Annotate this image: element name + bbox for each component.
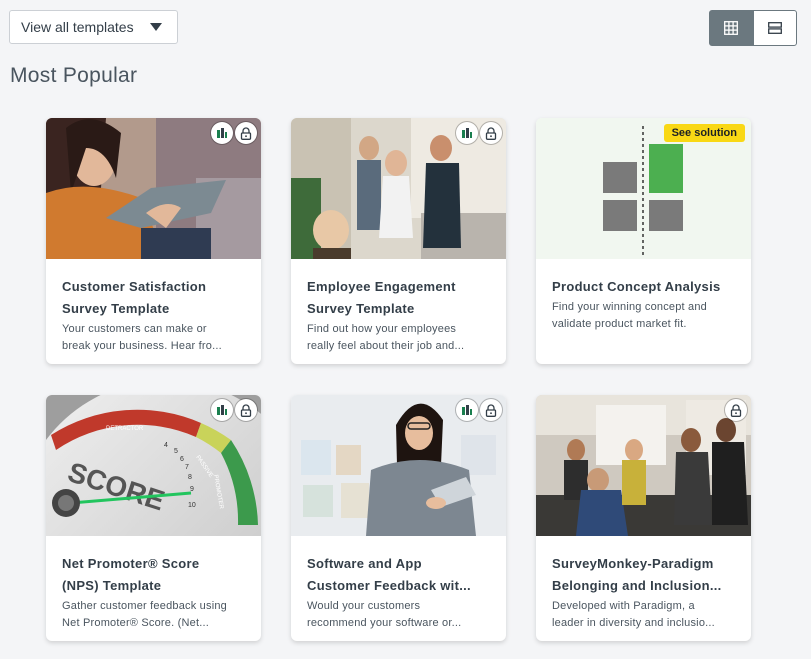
lock-icon [235, 122, 257, 144]
template-card-product-concept[interactable]: See solution Product Concept Analysis Fi… [536, 118, 751, 364]
card-thumbnail: See solution [536, 118, 751, 259]
card-title: Employee Engagement Survey Template [307, 279, 456, 316]
card-body: Customer Satisfaction Survey Template You… [46, 259, 261, 355]
chart-icon [456, 122, 478, 144]
card-title: Net Promoter® Score (NPS) Template [62, 556, 200, 593]
card-description: Find your winning concept and validate pr… [552, 301, 708, 330]
lock-icon [480, 399, 502, 421]
grid-view-button[interactable] [709, 10, 753, 46]
card-body: Product Concept Analysis Find your winni… [536, 259, 751, 333]
list-view-icon [768, 22, 782, 34]
team-meeting-photo [536, 395, 751, 536]
scale-tick: 5 [174, 448, 178, 455]
section-title: Most Popular [10, 64, 138, 87]
scale-tick: 4 [164, 442, 168, 449]
chart-icon [211, 399, 233, 421]
card-description: Find out how your employees really feel a… [307, 323, 465, 352]
card-thumbnail [536, 395, 751, 536]
card-description: Would your customers recommend your softw… [307, 600, 462, 629]
list-view-button[interactable] [753, 10, 797, 46]
lock-icon [235, 399, 257, 421]
template-card-nps[interactable]: DETRACTOR PASSIVE PROMOTER SCORE 4 5 6 7… [46, 395, 261, 641]
scale-tick: 10 [188, 502, 196, 509]
scale-tick: 8 [188, 474, 192, 481]
card-thumbnail [291, 395, 506, 536]
card-title: SurveyMonkey-Paradigm Belonging and Inclu… [552, 556, 722, 593]
card-body: Employee Engagement Survey Template Find … [291, 259, 506, 355]
card-description: Your customers can make or break your bus… [62, 323, 222, 352]
template-card-belonging-inclusion[interactable]: SurveyMonkey-Paradigm Belonging and Inclu… [536, 395, 751, 641]
card-thumbnail [291, 118, 506, 259]
card-body: Software and App Customer Feedback wit...… [291, 536, 506, 632]
template-card-employee-engagement[interactable]: Employee Engagement Survey Template Find … [291, 118, 506, 364]
card-description: Gather customer feedback using Net Promot… [62, 600, 227, 629]
card-thumbnail: DETRACTOR PASSIVE PROMOTER SCORE 4 5 6 7… [46, 395, 261, 536]
scale-tick: 6 [180, 456, 184, 463]
card-badges [725, 399, 747, 421]
card-thumbnail [46, 118, 261, 259]
chart-icon [456, 399, 478, 421]
card-body: SurveyMonkey-Paradigm Belonging and Inclu… [536, 536, 751, 632]
template-card-software-app[interactable]: Software and App Customer Feedback wit...… [291, 395, 506, 641]
view-toggle [709, 10, 797, 46]
template-card-customer-satisfaction[interactable]: Customer Satisfaction Survey Template You… [46, 118, 261, 364]
grid-view-icon [724, 21, 738, 35]
card-body: Net Promoter® Score (NPS) Template Gather… [46, 536, 261, 632]
toolbar: View all templates [0, 0, 811, 60]
card-badges [456, 122, 502, 144]
lock-icon [480, 122, 502, 144]
see-solution-badge: See solution [663, 124, 745, 142]
card-title: Customer Satisfaction Survey Template [62, 279, 207, 316]
template-filter-dropdown[interactable]: View all templates [9, 10, 178, 44]
detractor-label: DETRACTOR [106, 426, 144, 432]
card-badges [456, 399, 502, 421]
lock-icon [725, 399, 747, 421]
card-title: Product Concept Analysis [552, 279, 721, 294]
template-filter-label: View all templates [21, 19, 134, 35]
card-badges [211, 122, 257, 144]
chart-icon [211, 122, 233, 144]
card-title: Software and App Customer Feedback wit... [307, 556, 471, 593]
chevron-down-icon [150, 23, 162, 31]
scale-tick: 7 [185, 464, 189, 471]
card-description: Developed with Paradigm, a leader in dive… [552, 600, 715, 629]
card-badges [211, 399, 257, 421]
